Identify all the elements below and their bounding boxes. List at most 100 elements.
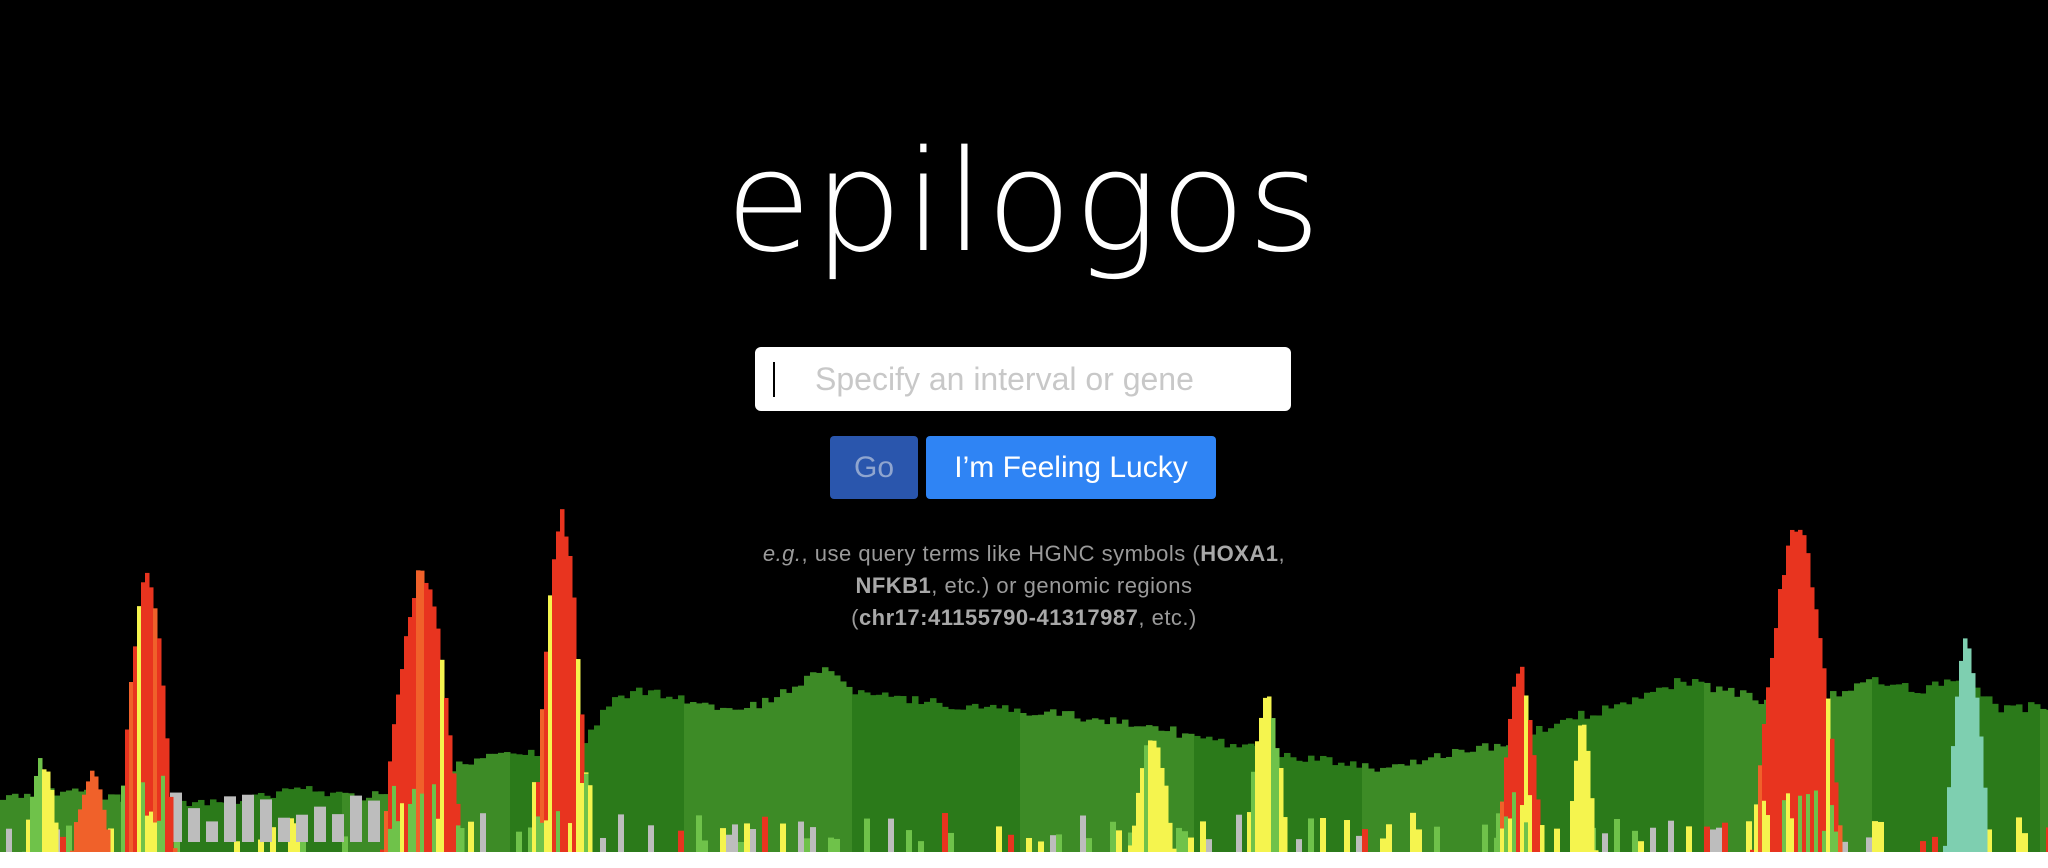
- state-peak-base: [568, 823, 573, 852]
- state-column: [816, 672, 823, 852]
- state-column: [1050, 709, 1057, 852]
- state-column: [852, 694, 859, 852]
- state-peak-column: [153, 608, 158, 852]
- state-column: [948, 709, 955, 852]
- state-column: [492, 753, 499, 852]
- state-peak-column: [1283, 817, 1288, 852]
- state-accent: [726, 834, 733, 852]
- state-peak-base: [408, 803, 413, 852]
- state-peak-column: [129, 681, 134, 852]
- state-accent: [1176, 827, 1183, 852]
- state-peak-column: [1570, 801, 1575, 852]
- state-column: [0, 799, 7, 852]
- state-column: [810, 672, 817, 852]
- state-accent: [678, 830, 685, 852]
- state-column: [522, 754, 529, 852]
- state-peak-column: [1967, 648, 1972, 852]
- state-column: [1374, 771, 1381, 852]
- state-column: [1908, 691, 1915, 852]
- state-column: [1062, 711, 1069, 852]
- state-column: [792, 686, 799, 852]
- state-peak-column: [125, 729, 130, 852]
- hint-gene-1: HOXA1: [1200, 541, 1279, 566]
- state-peak-column: [560, 509, 565, 852]
- state-accent: [1056, 834, 1063, 852]
- state-peak-column: [548, 595, 553, 852]
- state-column: [1680, 681, 1687, 852]
- state-column: [876, 694, 883, 852]
- state-column: [738, 709, 745, 852]
- hint-gene-2: NFKB1: [855, 573, 932, 598]
- state-column: [960, 709, 967, 852]
- state-column: [1440, 758, 1447, 852]
- state-gray-block: [278, 817, 290, 842]
- landing-page: epilogos Go I’m Feeling Lucky e.g., use …: [0, 0, 2048, 868]
- state-accent: [762, 816, 769, 852]
- state-accent: [948, 832, 955, 852]
- state-peak-column: [552, 559, 557, 852]
- state-accent: [1722, 822, 1729, 852]
- state-column: [1314, 760, 1321, 852]
- state-column: [1674, 678, 1681, 852]
- state-column: [870, 695, 877, 852]
- state-accent: [1920, 841, 1927, 852]
- state-peak-column: [1594, 850, 1599, 852]
- state-peak-column: [1951, 746, 1956, 852]
- state-peak-column: [1136, 792, 1141, 852]
- state-column: [1224, 747, 1231, 852]
- state-accent: [1554, 828, 1561, 852]
- state-peak-column: [1778, 589, 1783, 852]
- state-peak-column: [556, 531, 561, 852]
- state-gray-block: [314, 806, 326, 842]
- state-column: [654, 689, 661, 852]
- state-peak-column: [384, 811, 389, 852]
- state-column: [1740, 690, 1747, 852]
- state-column: [18, 797, 25, 852]
- state-column: [636, 687, 643, 852]
- state-column: [1428, 757, 1435, 852]
- hint-text-2: ,: [1278, 541, 1286, 566]
- state-column: [486, 753, 493, 852]
- state-peak-column: [1532, 755, 1537, 852]
- state-column: [594, 725, 601, 852]
- state-column: [1122, 719, 1129, 852]
- state-column: [930, 698, 937, 852]
- state-column: [2034, 704, 2041, 852]
- state-peak-column: [1279, 768, 1284, 852]
- state-peak-column: [30, 797, 35, 852]
- state-accent: [864, 818, 871, 852]
- state-column: [1230, 744, 1237, 852]
- state-column: [1464, 752, 1471, 852]
- state-peak-base: [400, 803, 405, 852]
- state-accent: [1110, 821, 1117, 852]
- state-column: [498, 752, 505, 852]
- state-column: [1848, 690, 1855, 852]
- state-accent: [798, 821, 805, 852]
- state-accent: [648, 825, 655, 852]
- search-box[interactable]: [755, 347, 1291, 411]
- state-peak-base: [121, 785, 126, 852]
- state-column: [1206, 736, 1213, 852]
- feeling-lucky-button[interactable]: I’m Feeling Lucky: [926, 436, 1216, 499]
- state-peak-base: [153, 822, 158, 852]
- state-accent: [234, 841, 241, 852]
- state-gray-block: [188, 808, 200, 842]
- state-peak-column: [1160, 767, 1165, 852]
- state-column: [1692, 679, 1699, 852]
- state-column: [1014, 708, 1021, 852]
- state-peak-column: [1271, 718, 1276, 852]
- state-column: [1452, 748, 1459, 852]
- search-input[interactable]: [755, 347, 1291, 411]
- state-peak-column: [173, 848, 178, 852]
- state-column: [1608, 708, 1615, 852]
- state-column: [660, 698, 667, 852]
- state-peak-base: [1508, 818, 1513, 852]
- state-column: [924, 701, 931, 852]
- state-peak-base: [1790, 818, 1795, 852]
- state-column: [624, 698, 631, 852]
- state-column: [1890, 684, 1897, 852]
- go-button[interactable]: Go: [830, 436, 918, 499]
- state-accent: [1308, 818, 1315, 852]
- state-peak-column: [98, 789, 103, 852]
- state-peak-base: [532, 782, 537, 852]
